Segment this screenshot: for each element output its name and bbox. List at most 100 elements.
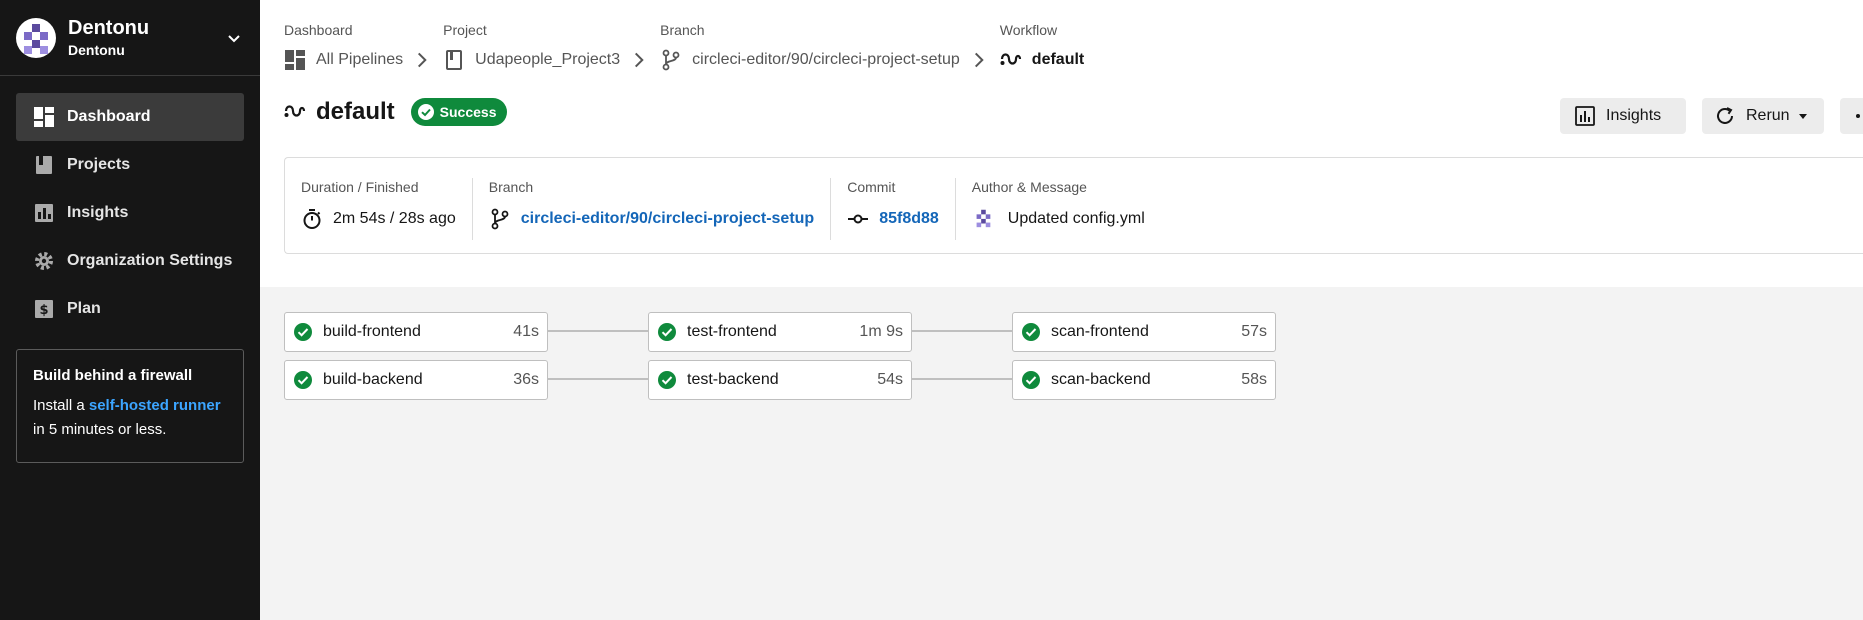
- branch-label: Branch: [488, 179, 534, 195]
- org-switcher[interactable]: Dentonu Dentonu: [16, 17, 244, 58]
- sidebar-item-organization-settings[interactable]: Organization Settings: [16, 237, 244, 285]
- commit-link[interactable]: 85f8d88: [879, 210, 939, 228]
- job-duration: 1m 9s: [859, 323, 903, 340]
- job-name: test-frontend: [687, 323, 777, 340]
- connector-line: [548, 378, 648, 380]
- job-name: build-backend: [323, 371, 423, 388]
- job-name: test-backend: [687, 371, 779, 388]
- check-circle-icon: [1022, 323, 1040, 341]
- job-scan-frontend[interactable]: scan-frontend 57s: [1012, 312, 1276, 352]
- refresh-icon: [1717, 107, 1733, 124]
- job-name: scan-backend: [1051, 371, 1151, 388]
- duration-value: 2m 54s / 28s ago: [333, 210, 456, 227]
- sidebar-item-projects[interactable]: Projects: [16, 141, 244, 189]
- sidebar-divider: [0, 75, 260, 76]
- promo-card: Build behind a firewall Install a self-h…: [16, 349, 244, 463]
- header-actions: Insights Rerun: [1560, 98, 1863, 134]
- workflow-icon: [284, 105, 306, 117]
- sidebar: Dentonu Dentonu Dashboard Projects Insig…: [0, 0, 260, 620]
- connector-line: [548, 330, 648, 332]
- breadcrumb: Dashboard All Pipelines Project Udapeopl…: [284, 20, 1084, 74]
- gear-icon: [35, 252, 53, 270]
- sidebar-item-label: Projects: [67, 156, 131, 173]
- workflow-header: Dashboard All Pipelines Project Udapeopl…: [260, 0, 1863, 287]
- breadcrumb-label: Dashboard: [284, 22, 353, 38]
- breadcrumb-link-all-pipelines[interactable]: All Pipelines: [316, 51, 403, 69]
- commit-label: Commit: [847, 179, 896, 195]
- breadcrumb-link-branch[interactable]: circleci-editor/90/circleci-project-setu…: [692, 51, 960, 69]
- page-title: default: [316, 98, 395, 125]
- commit-icon: [848, 214, 869, 224]
- org-name: Dentonu: [68, 17, 150, 39]
- check-circle-icon: [658, 323, 676, 341]
- workflow-title-row: default Success: [284, 98, 507, 126]
- promo-text: Install a self-hosted runner: [33, 394, 227, 418]
- check-circle-icon: [658, 371, 676, 389]
- workflow-graph: build-frontend 41s test-frontend 1m 9s s…: [260, 287, 1863, 620]
- job-duration: 36s: [513, 371, 539, 388]
- more-actions-button[interactable]: [1840, 98, 1863, 134]
- insights-button[interactable]: Insights: [1560, 98, 1686, 134]
- job-build-frontend[interactable]: build-frontend 41s: [284, 312, 548, 352]
- summary-author: Author & Message Updated config.yml: [956, 178, 1161, 240]
- self-hosted-runner-link[interactable]: self-hosted runner: [89, 397, 221, 414]
- sidebar-item-insights[interactable]: Insights: [16, 189, 244, 237]
- more-icon: [1856, 114, 1860, 118]
- status-label: Success: [439, 104, 497, 120]
- breadcrumb-workflow: Workflow default: [1000, 20, 1084, 74]
- summary-commit: Commit 85f8d88: [831, 178, 956, 240]
- duration-label: Duration / Finished: [301, 179, 419, 195]
- promo-title: Build behind a firewall: [33, 367, 193, 384]
- org-sub: Dentonu: [68, 42, 125, 58]
- sidebar-nav: Dashboard Projects Insights Organization…: [16, 93, 244, 333]
- breadcrumb-dashboard: Dashboard All Pipelines: [284, 20, 443, 74]
- stopwatch-icon: [303, 209, 321, 229]
- job-name: build-frontend: [323, 323, 421, 340]
- book-icon: [446, 50, 463, 70]
- breadcrumb-link-project[interactable]: Udapeople_Project3: [475, 51, 620, 69]
- branch-link[interactable]: circleci-editor/90/circleci-project-setu…: [521, 210, 814, 228]
- job-duration: 54s: [877, 371, 903, 388]
- check-circle-icon: [1022, 371, 1040, 389]
- author-avatar: [971, 207, 996, 231]
- dollar-icon: $: [35, 300, 53, 318]
- chevron-down-icon: [228, 35, 240, 43]
- connector-line: [912, 330, 1012, 332]
- chevron-right-icon: [635, 52, 644, 68]
- breadcrumb-project: Project Udapeople_Project3: [443, 20, 660, 74]
- job-duration: 58s: [1241, 371, 1267, 388]
- check-circle-icon: [294, 371, 312, 389]
- bar-chart-icon: [1575, 106, 1595, 126]
- breadcrumb-label: Branch: [660, 22, 705, 38]
- sidebar-item-label: Organization Settings: [67, 252, 233, 269]
- job-scan-backend[interactable]: scan-backend 58s: [1012, 360, 1276, 400]
- summary-duration: Duration / Finished 2m 54s / 28s ago: [285, 178, 473, 240]
- bar-chart-icon: [35, 204, 53, 222]
- rerun-button[interactable]: Rerun: [1702, 98, 1824, 134]
- job-name: scan-frontend: [1051, 323, 1149, 340]
- job-test-frontend[interactable]: test-frontend 1m 9s: [648, 312, 912, 352]
- job-duration: 57s: [1241, 323, 1267, 340]
- sidebar-item-dashboard[interactable]: Dashboard: [16, 93, 244, 141]
- insights-label: Insights: [1606, 107, 1662, 124]
- svg-text:$: $: [39, 303, 48, 318]
- check-circle-icon: [294, 323, 312, 341]
- breadcrumb-label: Project: [443, 22, 487, 38]
- sidebar-item-plan[interactable]: $ Plan: [16, 285, 244, 333]
- dashboard-icon: [34, 107, 54, 127]
- breadcrumb-branch: Branch circleci-editor/90/circleci-proje…: [660, 20, 1000, 74]
- job-test-backend[interactable]: test-backend 54s: [648, 360, 912, 400]
- rerun-label: Rerun: [1746, 107, 1790, 124]
- workflow-summary: Duration / Finished 2m 54s / 28s ago Bra…: [284, 157, 1863, 254]
- breadcrumb-label: Workflow: [999, 22, 1058, 38]
- promo-prefix: Install a: [33, 397, 89, 414]
- branch-icon: [491, 208, 509, 230]
- check-circle-icon: [417, 104, 434, 120]
- breadcrumb-current-workflow: default: [1031, 51, 1085, 68]
- job-build-backend[interactable]: build-backend 36s: [284, 360, 548, 400]
- status-badge: Success: [410, 98, 507, 126]
- sidebar-item-label: Dashboard: [67, 108, 151, 125]
- workflow-icon: [1000, 53, 1021, 65]
- caret-down-icon: [1798, 114, 1807, 119]
- chevron-right-icon: [418, 52, 427, 68]
